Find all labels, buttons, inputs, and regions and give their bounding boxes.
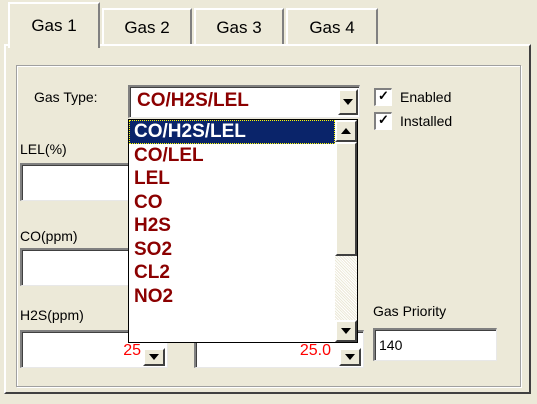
gas-type-value: CO/H2S/LEL: [137, 90, 249, 111]
tab-gas-1-label: Gas 1: [31, 16, 77, 35]
gas-type-dropdown-list: CO/H2S/LEL CO/LEL LEL CO H2S SO2 CL2 NO2: [128, 119, 358, 343]
enabled-checkbox[interactable]: ✓: [374, 88, 392, 106]
gas-type-options: CO/H2S/LEL CO/LEL LEL CO H2S SO2 CL2 NO2: [129, 120, 335, 308]
tab-gas-4-label: Gas 4: [309, 18, 355, 37]
dropdown-scrollbar[interactable]: [335, 120, 357, 342]
lel-label: LEL(%): [20, 141, 67, 157]
chevron-down-icon: [149, 354, 159, 360]
gas-type-combobox[interactable]: CO/H2S/LEL: [128, 85, 360, 118]
enabled-label: Enabled: [400, 89, 452, 105]
chevron-down-icon: [341, 328, 351, 334]
h2s-value: 25: [123, 342, 141, 359]
second-value: 25.0: [299, 342, 331, 359]
gas-option-co-lel[interactable]: CO/LEL: [129, 144, 335, 168]
scroll-down-button[interactable]: [335, 320, 357, 342]
gas-option-co[interactable]: CO: [129, 191, 335, 215]
tab-gas-2-label: Gas 2: [124, 18, 170, 37]
scroll-thumb[interactable]: [335, 142, 357, 256]
gas-option-no2[interactable]: NO2: [129, 285, 335, 309]
gas-priority-value: 140: [379, 337, 403, 353]
chevron-up-icon: [341, 128, 351, 134]
second-dropdown-button[interactable]: [339, 348, 361, 366]
gas-option-h2s[interactable]: H2S: [129, 214, 335, 238]
gas-type-dropdown-button[interactable]: [338, 89, 358, 115]
gas-priority-label: Gas Priority: [373, 303, 447, 319]
h2s-dropdown-button[interactable]: [143, 348, 165, 366]
tab-gas-1[interactable]: Gas 1: [8, 2, 100, 48]
h2s-label: H2S(ppm): [20, 307, 84, 323]
enabled-checkbox-row[interactable]: ✓ Enabled: [374, 88, 451, 106]
scroll-track[interactable]: [335, 256, 357, 320]
gas-option-cl2[interactable]: CL2: [129, 261, 335, 285]
gas-option-so2[interactable]: SO2: [129, 238, 335, 262]
gas-option-co-h2s-lel[interactable]: CO/H2S/LEL: [129, 120, 335, 144]
gas-type-label: Gas Type:: [34, 89, 98, 105]
gas-config-window: Gas 1 Gas 2 Gas 3 Gas 4 Gas Type: CO/H2S…: [0, 0, 537, 404]
installed-label: Installed: [400, 113, 453, 129]
scroll-up-button[interactable]: [335, 120, 357, 142]
chevron-down-icon: [343, 99, 353, 105]
tab-gas-3[interactable]: Gas 3: [194, 8, 284, 46]
gas-option-lel[interactable]: LEL: [129, 167, 335, 191]
installed-checkbox[interactable]: ✓: [374, 112, 392, 130]
gas-priority-input[interactable]: 140: [373, 328, 497, 361]
tab-gas-4[interactable]: Gas 4: [286, 8, 378, 46]
installed-checkbox-row[interactable]: ✓ Installed: [374, 112, 452, 130]
tab-gas-3-label: Gas 3: [216, 18, 262, 37]
tab-gas-2[interactable]: Gas 2: [102, 8, 192, 46]
co-label: CO(ppm): [20, 228, 78, 244]
chevron-down-icon: [345, 354, 355, 360]
